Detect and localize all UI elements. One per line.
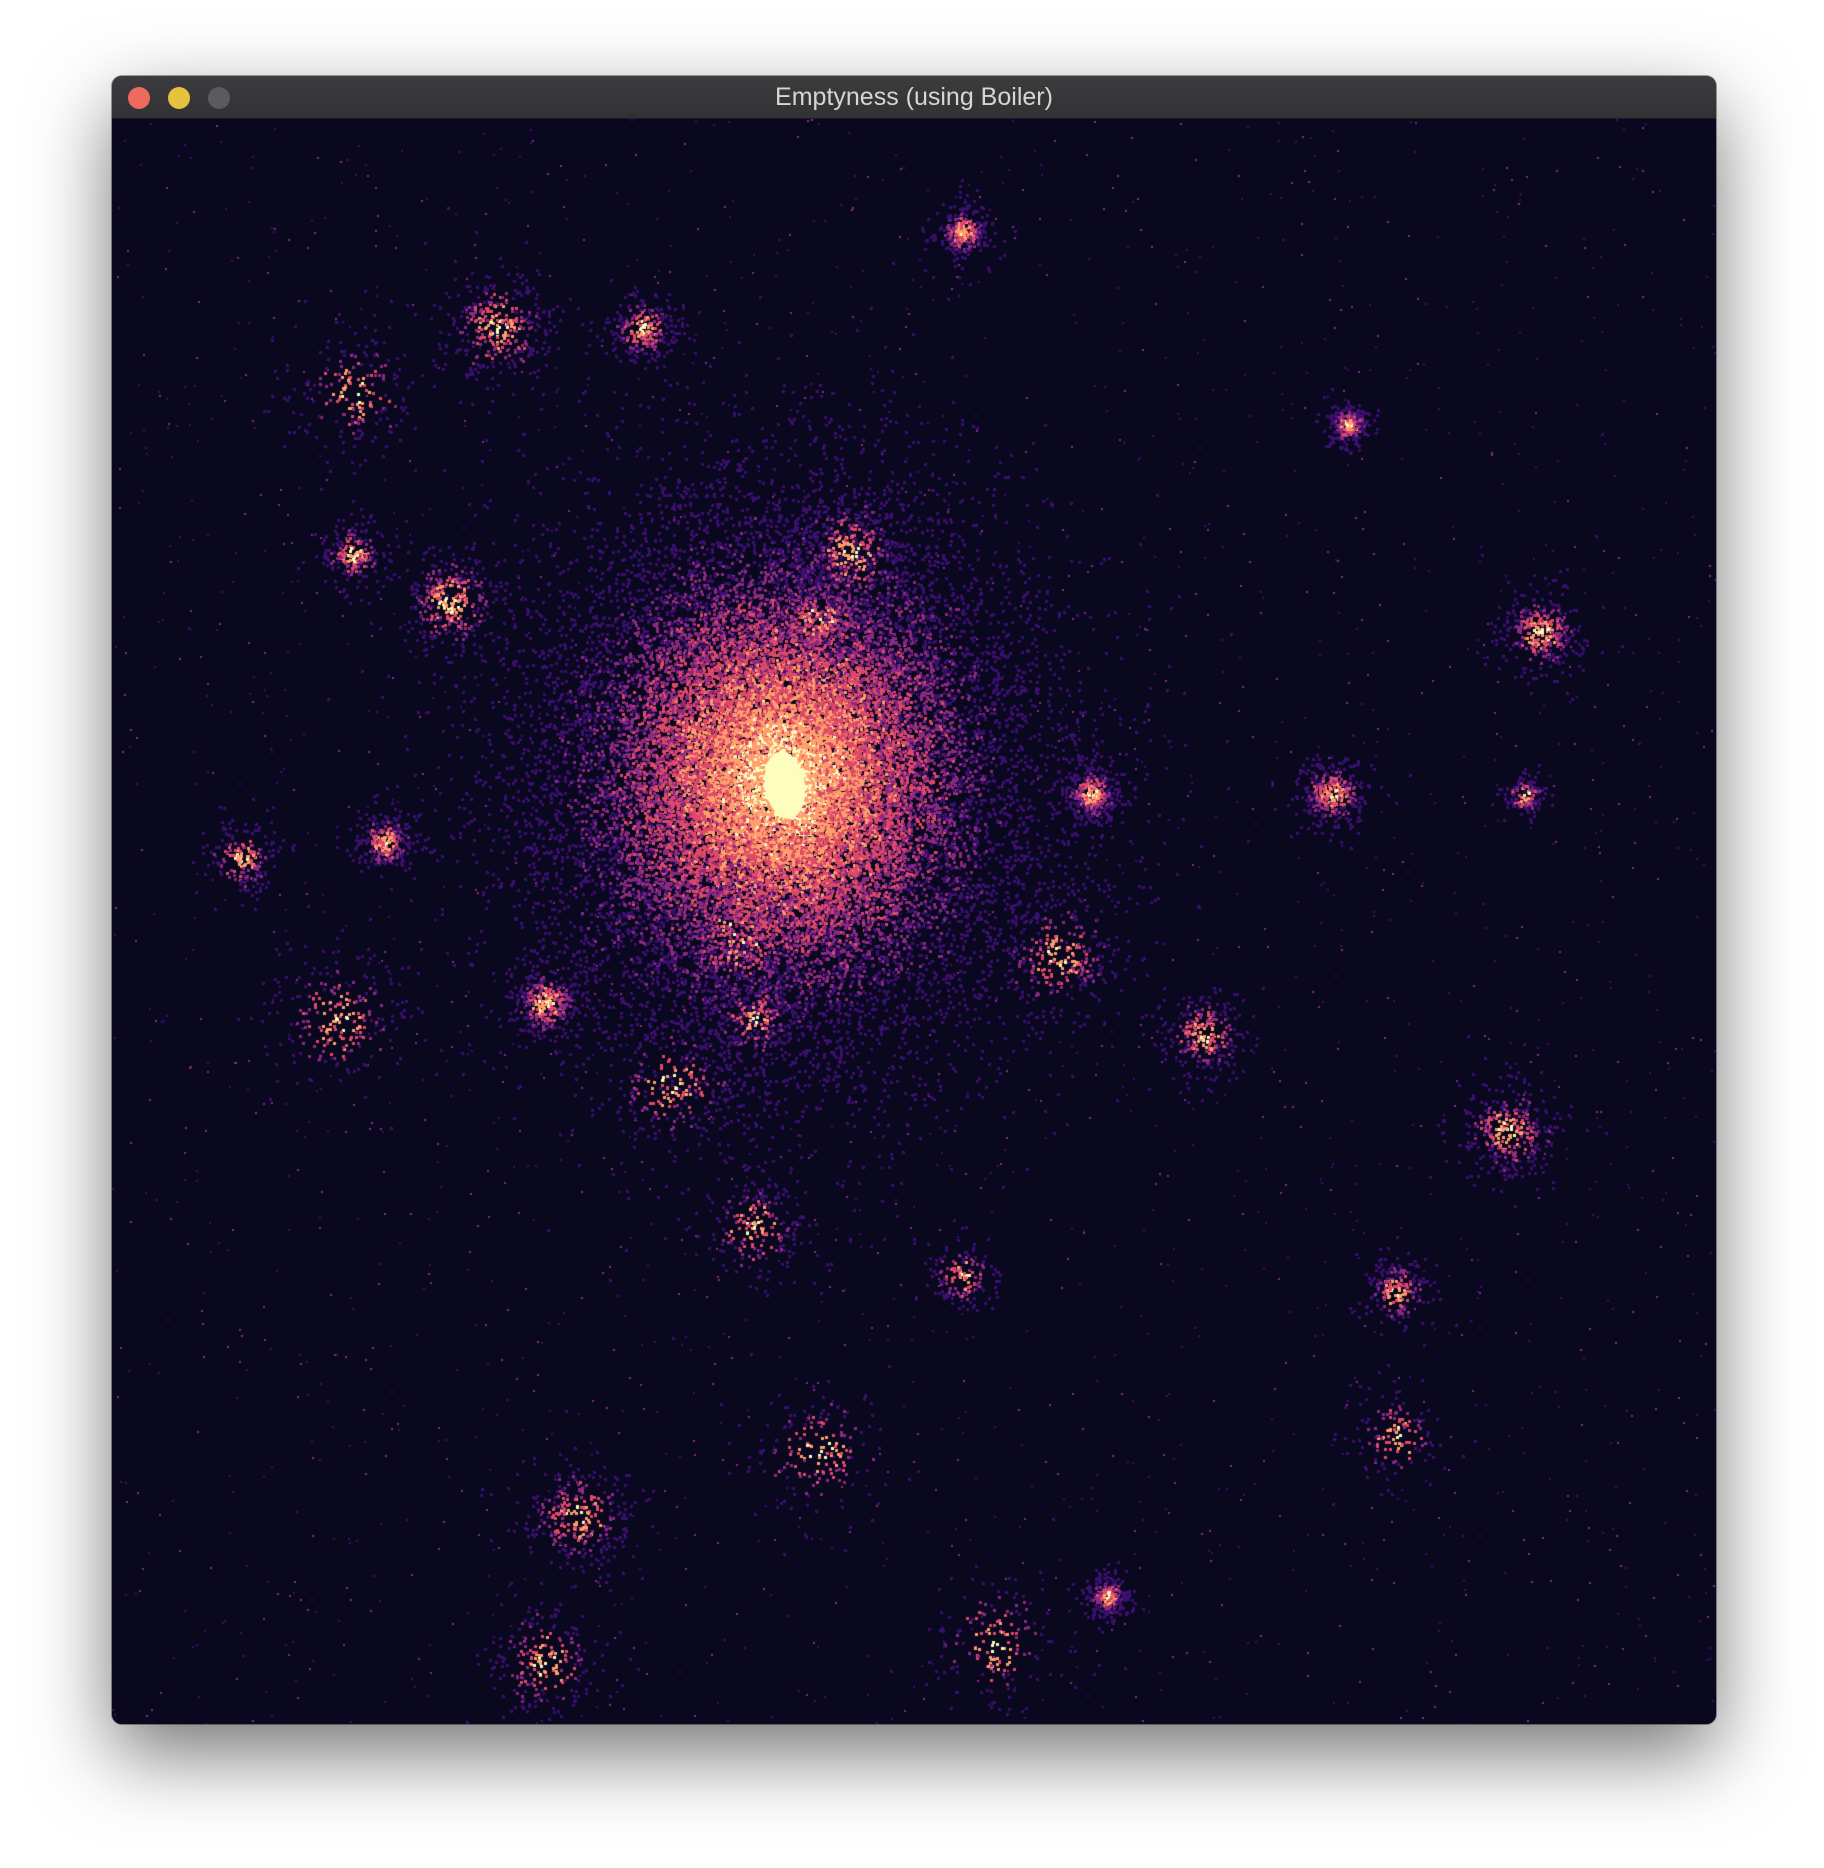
app-window: Emptyness (using Boiler) — [112, 76, 1716, 1724]
render-viewport[interactable] — [112, 119, 1716, 1724]
particle-density-canvas — [112, 119, 1716, 1724]
window-title: Emptyness (using Boiler) — [775, 83, 1053, 111]
title-bar[interactable]: Emptyness (using Boiler) — [112, 76, 1716, 119]
